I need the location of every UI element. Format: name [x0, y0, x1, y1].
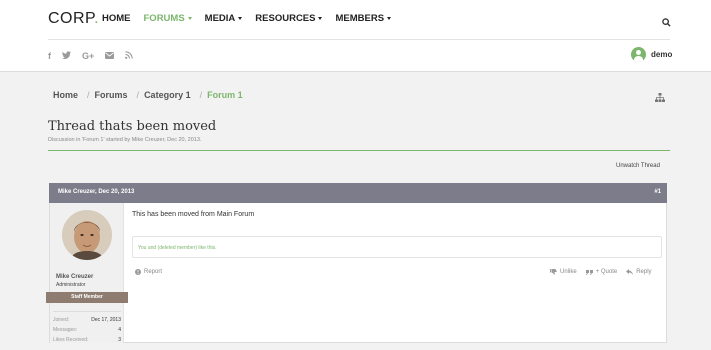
- user-menu[interactable]: demo: [631, 47, 672, 62]
- post: Mike Creuzer Administrator Staff Member …: [46, 203, 667, 345]
- logo[interactable]: CORP.: [48, 10, 99, 28]
- facebook-icon[interactable]: f: [48, 51, 51, 61]
- unlike-button[interactable]: Unlike: [550, 269, 577, 275]
- social-links: f G+: [48, 51, 134, 61]
- message-user-info: Mike Creuzer Administrator Staff Member …: [46, 203, 128, 345]
- warning-icon: [135, 269, 141, 275]
- stat-row: Joined: Dec 17, 2013: [53, 317, 121, 323]
- unwatch-thread-link[interactable]: Unwatch Thread: [616, 163, 660, 169]
- nav-members[interactable]: MEMBERS: [335, 13, 392, 24]
- twitter-icon[interactable]: [62, 51, 71, 61]
- nav-home[interactable]: HOME: [102, 13, 131, 24]
- likes-summary[interactable]: You and (deleted member) like this.: [132, 236, 662, 258]
- member-name[interactable]: Mike Creuzer: [56, 274, 93, 280]
- member-avatar[interactable]: [62, 210, 112, 260]
- post-message: This has been moved from Main Forum: [132, 211, 255, 218]
- thumbs-down-icon: [550, 269, 557, 275]
- nav-media[interactable]: MEDIA: [205, 13, 243, 24]
- quote-button[interactable]: + Quote: [585, 269, 617, 275]
- googleplus-icon[interactable]: G+: [82, 51, 94, 61]
- header-divider: [48, 39, 670, 40]
- thread-meta: Discussion in 'Forum 1' started by Mike …: [48, 137, 202, 143]
- reply-icon: [626, 269, 634, 275]
- user-name: demo: [651, 50, 673, 59]
- page-title: Thread thats been moved: [48, 119, 217, 134]
- post-header: Mike Creuzer, Dec 20, 2013 #1: [49, 183, 667, 203]
- avatar: [631, 47, 646, 62]
- breadcrumb-forum[interactable]: Forum 1: [207, 90, 243, 100]
- staff-ribbon: Staff Member: [46, 292, 128, 303]
- post-actions: Unlike + Quote Reply: [550, 269, 661, 275]
- post-permalink[interactable]: #1: [654, 189, 661, 195]
- breadcrumb: Home / Forums / Category 1 / Forum 1: [53, 90, 243, 100]
- search-icon[interactable]: [662, 14, 671, 32]
- main-nav: HOME FORUMS MEDIA RESOURCES MEMBERS: [102, 13, 404, 24]
- caret-down-icon: [318, 17, 323, 20]
- mail-icon[interactable]: [105, 51, 115, 61]
- rss-icon[interactable]: [125, 51, 134, 61]
- caret-down-icon: [187, 17, 192, 20]
- caret-down-icon: [387, 17, 392, 20]
- caret-down-icon: [238, 17, 243, 20]
- stat-row: Messages: 4: [53, 327, 121, 333]
- post-author-date: Mike Creuzer, Dec 20, 2013: [58, 189, 135, 195]
- breadcrumb-forums[interactable]: Forums: [95, 90, 128, 100]
- breadcrumb-category[interactable]: Category 1: [144, 90, 191, 100]
- quote-icon: [585, 269, 593, 275]
- nav-forums[interactable]: FORUMS: [144, 13, 192, 24]
- reply-button[interactable]: Reply: [626, 269, 652, 275]
- title-divider: [48, 150, 670, 151]
- breadcrumb-home[interactable]: Home: [53, 90, 78, 100]
- site-header: CORP. HOME FORUMS MEDIA RESOURCES MEMBER…: [0, 0, 711, 72]
- report-link[interactable]: Report: [135, 269, 162, 275]
- nav-resources[interactable]: RESOURCES: [255, 13, 323, 24]
- stat-row: Likes Received: 3: [53, 337, 121, 343]
- member-role: Administrator: [56, 282, 86, 288]
- sitemap-icon[interactable]: [655, 89, 665, 107]
- member-stats: Joined: Dec 17, 2013 Messages: 4 Likes Rec…: [53, 311, 121, 345]
